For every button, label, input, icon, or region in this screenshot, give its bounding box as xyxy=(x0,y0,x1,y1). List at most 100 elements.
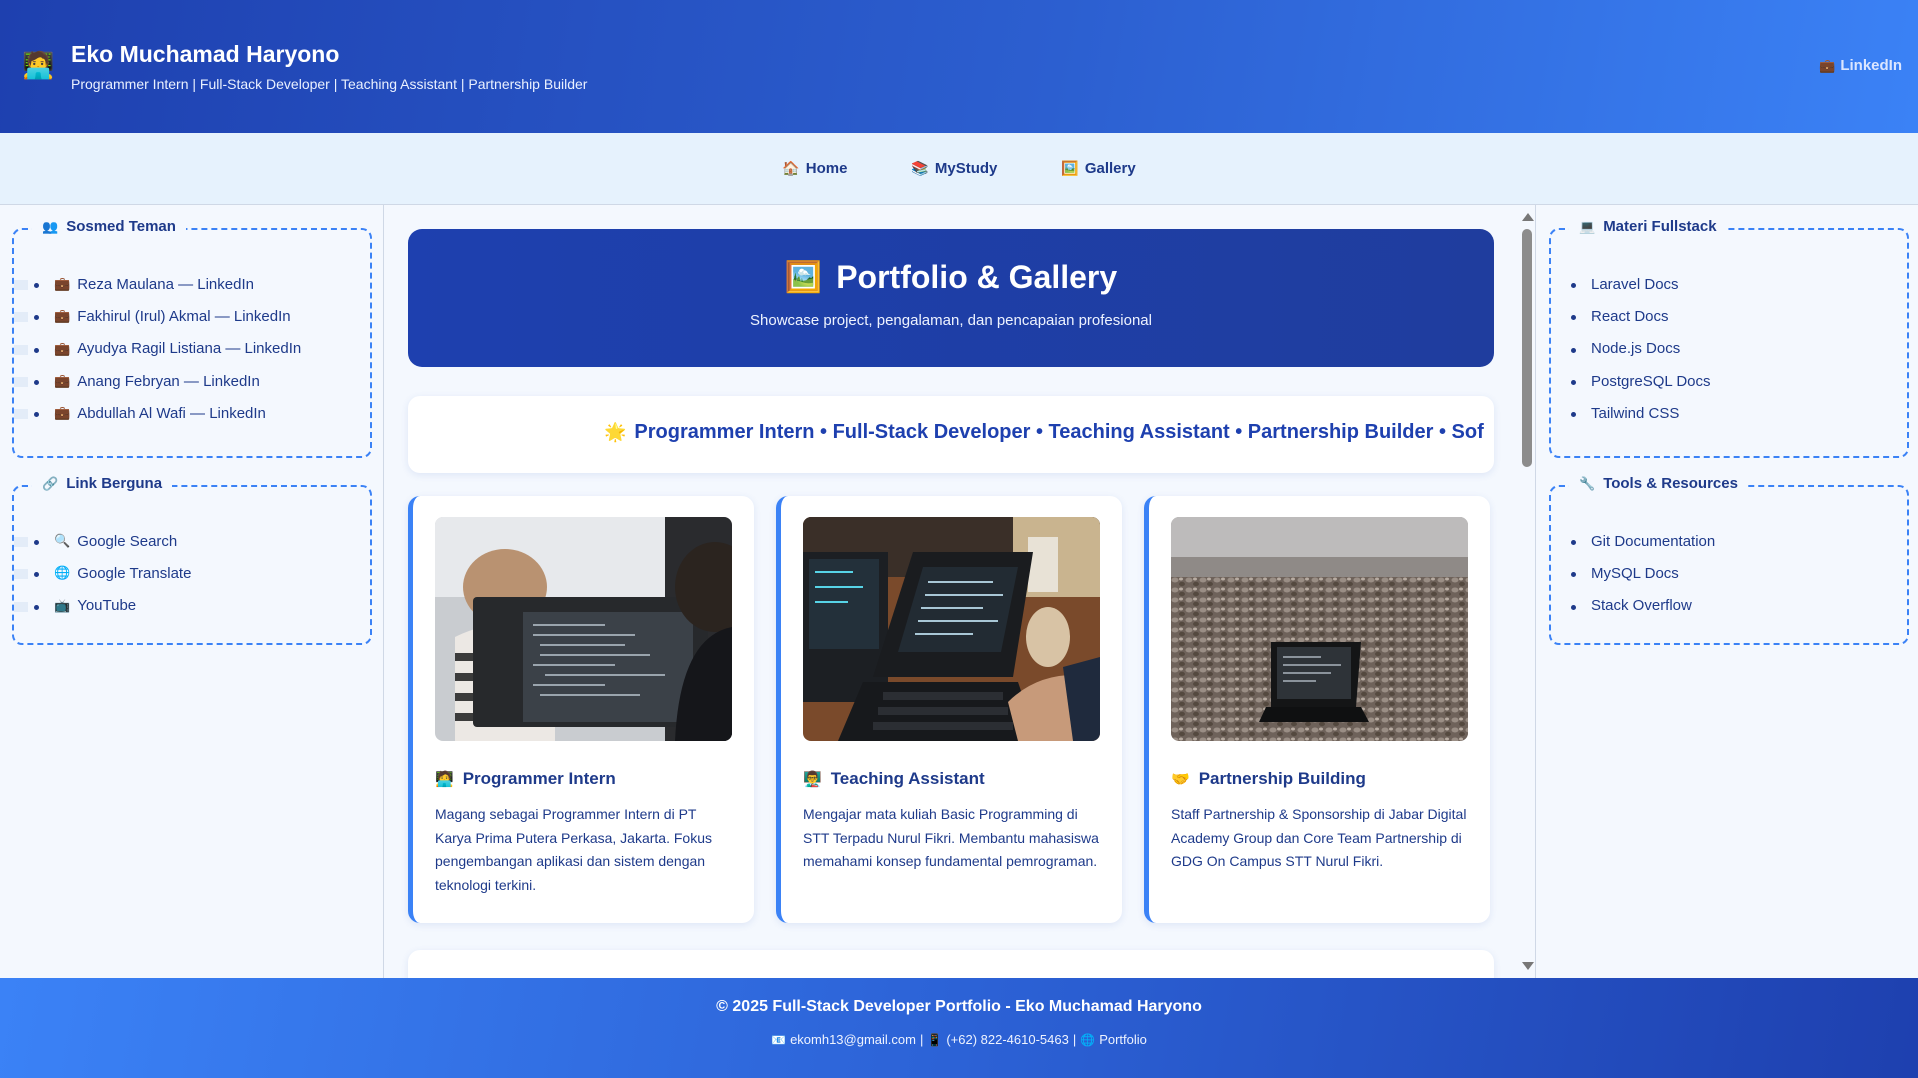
doc-link[interactable]: Laravel Docs xyxy=(1571,268,1907,300)
scroll-down-arrow-icon[interactable] xyxy=(1522,962,1534,970)
phone-text: (+62) 822-4610-5463 xyxy=(946,1032,1069,1047)
phone-link[interactable]: 📱 (+62) 822-4610-5463 xyxy=(927,1032,1068,1047)
nav-item-mystudy[interactable]: 📚 MyStudy xyxy=(911,160,997,177)
panel-title-text: Sosmed Teman xyxy=(66,218,176,235)
list-item-label: Google Search xyxy=(77,532,178,550)
linkedin-link-label: LinkedIn xyxy=(1840,57,1902,74)
footer-separator: | xyxy=(919,1032,924,1047)
briefcase-icon: 💼 xyxy=(54,373,71,389)
house-icon: 🏠 xyxy=(782,160,800,176)
envelope-icon: 📧 xyxy=(771,1033,787,1047)
globe-icon: 🌐 xyxy=(1080,1033,1096,1047)
briefcase-icon: 💼 xyxy=(1819,58,1836,73)
nav-item-label: Gallery xyxy=(1084,160,1136,177)
next-section-card xyxy=(408,950,1494,978)
card-image-programmers xyxy=(435,517,732,741)
nav-item-gallery[interactable]: 🖼️ Gallery xyxy=(1061,160,1135,177)
tools-panel: 🔧 Tools & Resources Git Documentation My… xyxy=(1549,475,1909,645)
main-nav: 🏠 Home 📚 MyStudy 🖼️ Gallery xyxy=(0,133,1918,205)
experience-card[interactable]: 👨‍🏫 Teaching Assistant Mengajar mata kul… xyxy=(776,496,1122,923)
list-item-label: Ayudya Ragil Listiana — LinkedIn xyxy=(77,340,302,358)
card-image-beach-laptop xyxy=(1171,517,1468,741)
computer-icon: 💻 xyxy=(1579,218,1596,234)
briefcase-icon: 💼 xyxy=(54,405,71,421)
email-text: ekomh13@gmail.com xyxy=(790,1032,916,1047)
friend-link[interactable]: 💼 Reza Maulana — LinkedIn xyxy=(14,268,370,300)
list-item-label: Stack Overflow xyxy=(1591,597,1692,615)
hero-title-text: Portfolio & Gallery xyxy=(836,259,1118,295)
briefcase-icon: 💼 xyxy=(54,308,71,324)
card-title-text: Programmer Intern xyxy=(462,769,616,788)
friends-list: 💼 Reza Maulana — LinkedIn 💼 Fakhirul (Irul… xyxy=(14,230,370,429)
briefcase-icon: 💼 xyxy=(54,340,71,356)
card-title: 🤝 Partnership Building xyxy=(1171,769,1468,789)
fullstack-panel: 💻 Materi Fullstack Laravel Docs React Do… xyxy=(1549,218,1909,458)
scroll-thumb[interactable] xyxy=(1522,229,1532,467)
list-item-label: Anang Febryan — LinkedIn xyxy=(77,372,260,390)
briefcase-icon: 💼 xyxy=(54,276,71,292)
list-item-label: Google Translate xyxy=(77,564,192,582)
handshake-icon: 🤝 xyxy=(1171,771,1190,788)
nav-item-home[interactable]: 🏠 Home xyxy=(782,160,847,177)
friend-link[interactable]: 💼 Fakhirul (Irul) Akmal — LinkedIn xyxy=(14,300,370,332)
main-scrollbar[interactable] xyxy=(1519,205,1535,978)
list-item-label: YouTube xyxy=(77,597,137,615)
experience-card[interactable]: 🤝 Partnership Building Staff Partnership… xyxy=(1144,496,1490,923)
doc-link[interactable]: Node.js Docs xyxy=(1571,333,1907,365)
right-sidebar: 💻 Materi Fullstack Laravel Docs React Do… xyxy=(1535,205,1918,978)
tools-panel-title: 🔧 Tools & Resources xyxy=(1569,475,1748,492)
panel-title-text: Tools & Resources xyxy=(1603,475,1738,492)
hero-title: 🖼️ Portfolio & Gallery xyxy=(408,259,1494,296)
magnifier-icon: 🔍 xyxy=(54,533,71,549)
card-description: Magang sebagai Programmer Intern di PT K… xyxy=(435,806,712,893)
friend-link[interactable]: 💼 Ayudya Ragil Listiana — LinkedIn xyxy=(14,333,370,365)
list-item-label: Git Documentation xyxy=(1591,532,1716,550)
ticker-text-wrap: 🌟 Programmer Intern • Full-Stack Develope… xyxy=(604,421,1484,444)
friend-link[interactable]: 💼 Abdullah Al Wafi — LinkedIn xyxy=(14,397,370,429)
panel-title-text: Link Berguna xyxy=(66,475,163,492)
experience-card[interactable]: 🧑‍💻 Programmer Intern Magang sebagai Pro… xyxy=(408,496,754,923)
technologist-icon: 🧑‍💻 xyxy=(435,771,454,788)
left-sidebar: 👥 Sosmed Teman 💼 Reza Maulana — LinkedIn … xyxy=(0,205,384,978)
nav-item-label: Home xyxy=(805,160,848,177)
google-translate-link[interactable]: 🌐 Google Translate xyxy=(14,557,370,589)
scroll-up-arrow-icon[interactable] xyxy=(1522,213,1534,221)
role-ticker: 🌟 Programmer Intern • Full-Stack Develope… xyxy=(408,396,1494,473)
friends-panel-title: 👥 Sosmed Teman xyxy=(32,218,186,235)
card-title-text: Partnership Building xyxy=(1198,769,1366,788)
tool-link[interactable]: MySQL Docs xyxy=(1571,557,1907,589)
site-tagline: Programmer Intern | Full-Stack Developer… xyxy=(71,76,588,92)
picture-icon: 🖼️ xyxy=(1061,160,1079,176)
main-content: 🖼️ Portfolio & Gallery Showcase project,… xyxy=(385,205,1535,978)
site-footer: © 2025 Full-Stack Developer Portfolio - … xyxy=(0,978,1918,1078)
link-icon: 🔗 xyxy=(42,475,59,491)
ticker-text: Programmer Intern • Full-Stack Developer… xyxy=(634,421,1484,443)
footer-separator: | xyxy=(1072,1032,1077,1047)
email-link[interactable]: 📧 ekomh13@gmail.com xyxy=(771,1032,916,1047)
panel-title-text: Materi Fullstack xyxy=(1603,218,1717,235)
linkedin-link[interactable]: 💼 LinkedIn xyxy=(1819,57,1902,74)
friend-link[interactable]: 💼 Anang Febryan — LinkedIn xyxy=(14,365,370,397)
youtube-link[interactable]: 📺 YouTube xyxy=(14,590,370,622)
card-title-text: Teaching Assistant xyxy=(830,769,985,788)
portfolio-link[interactable]: 🌐 Portfolio xyxy=(1080,1032,1147,1047)
site-owner-name: Eko Muchamad Haryono xyxy=(71,41,340,67)
doc-link[interactable]: React Docs xyxy=(1571,300,1907,332)
technologist-icon: 🧑‍💻 xyxy=(22,50,55,80)
tool-link[interactable]: Git Documentation xyxy=(1571,525,1907,557)
doc-link[interactable]: PostgreSQL Docs xyxy=(1571,365,1907,397)
google-search-link[interactable]: 🔍 Google Search xyxy=(14,525,370,557)
doc-link[interactable]: Tailwind CSS xyxy=(1571,397,1907,429)
list-item-label: Fakhirul (Irul) Akmal — LinkedIn xyxy=(77,307,291,325)
useful-links-panel: 🔗 Link Berguna 🔍 Google Search 🌐 Google Tr… xyxy=(12,475,372,645)
picture-icon: 🖼️ xyxy=(784,261,823,294)
list-item-label: MySQL Docs xyxy=(1591,564,1679,582)
card-description: Staff Partnership & Sponsorship di Jabar… xyxy=(1171,806,1467,869)
people-icon: 👥 xyxy=(42,218,59,234)
fullstack-panel-title: 💻 Materi Fullstack xyxy=(1569,218,1727,235)
wrench-icon: 🔧 xyxy=(1579,475,1596,491)
footer-contacts: 📧 ekomh13@gmail.com | 📱 (+62) 822-4610-546… xyxy=(0,1032,1918,1047)
tool-link[interactable]: Stack Overflow xyxy=(1571,590,1907,622)
card-title: 🧑‍💻 Programmer Intern xyxy=(435,769,732,789)
list-item-label: Abdullah Al Wafi — LinkedIn xyxy=(77,404,266,422)
